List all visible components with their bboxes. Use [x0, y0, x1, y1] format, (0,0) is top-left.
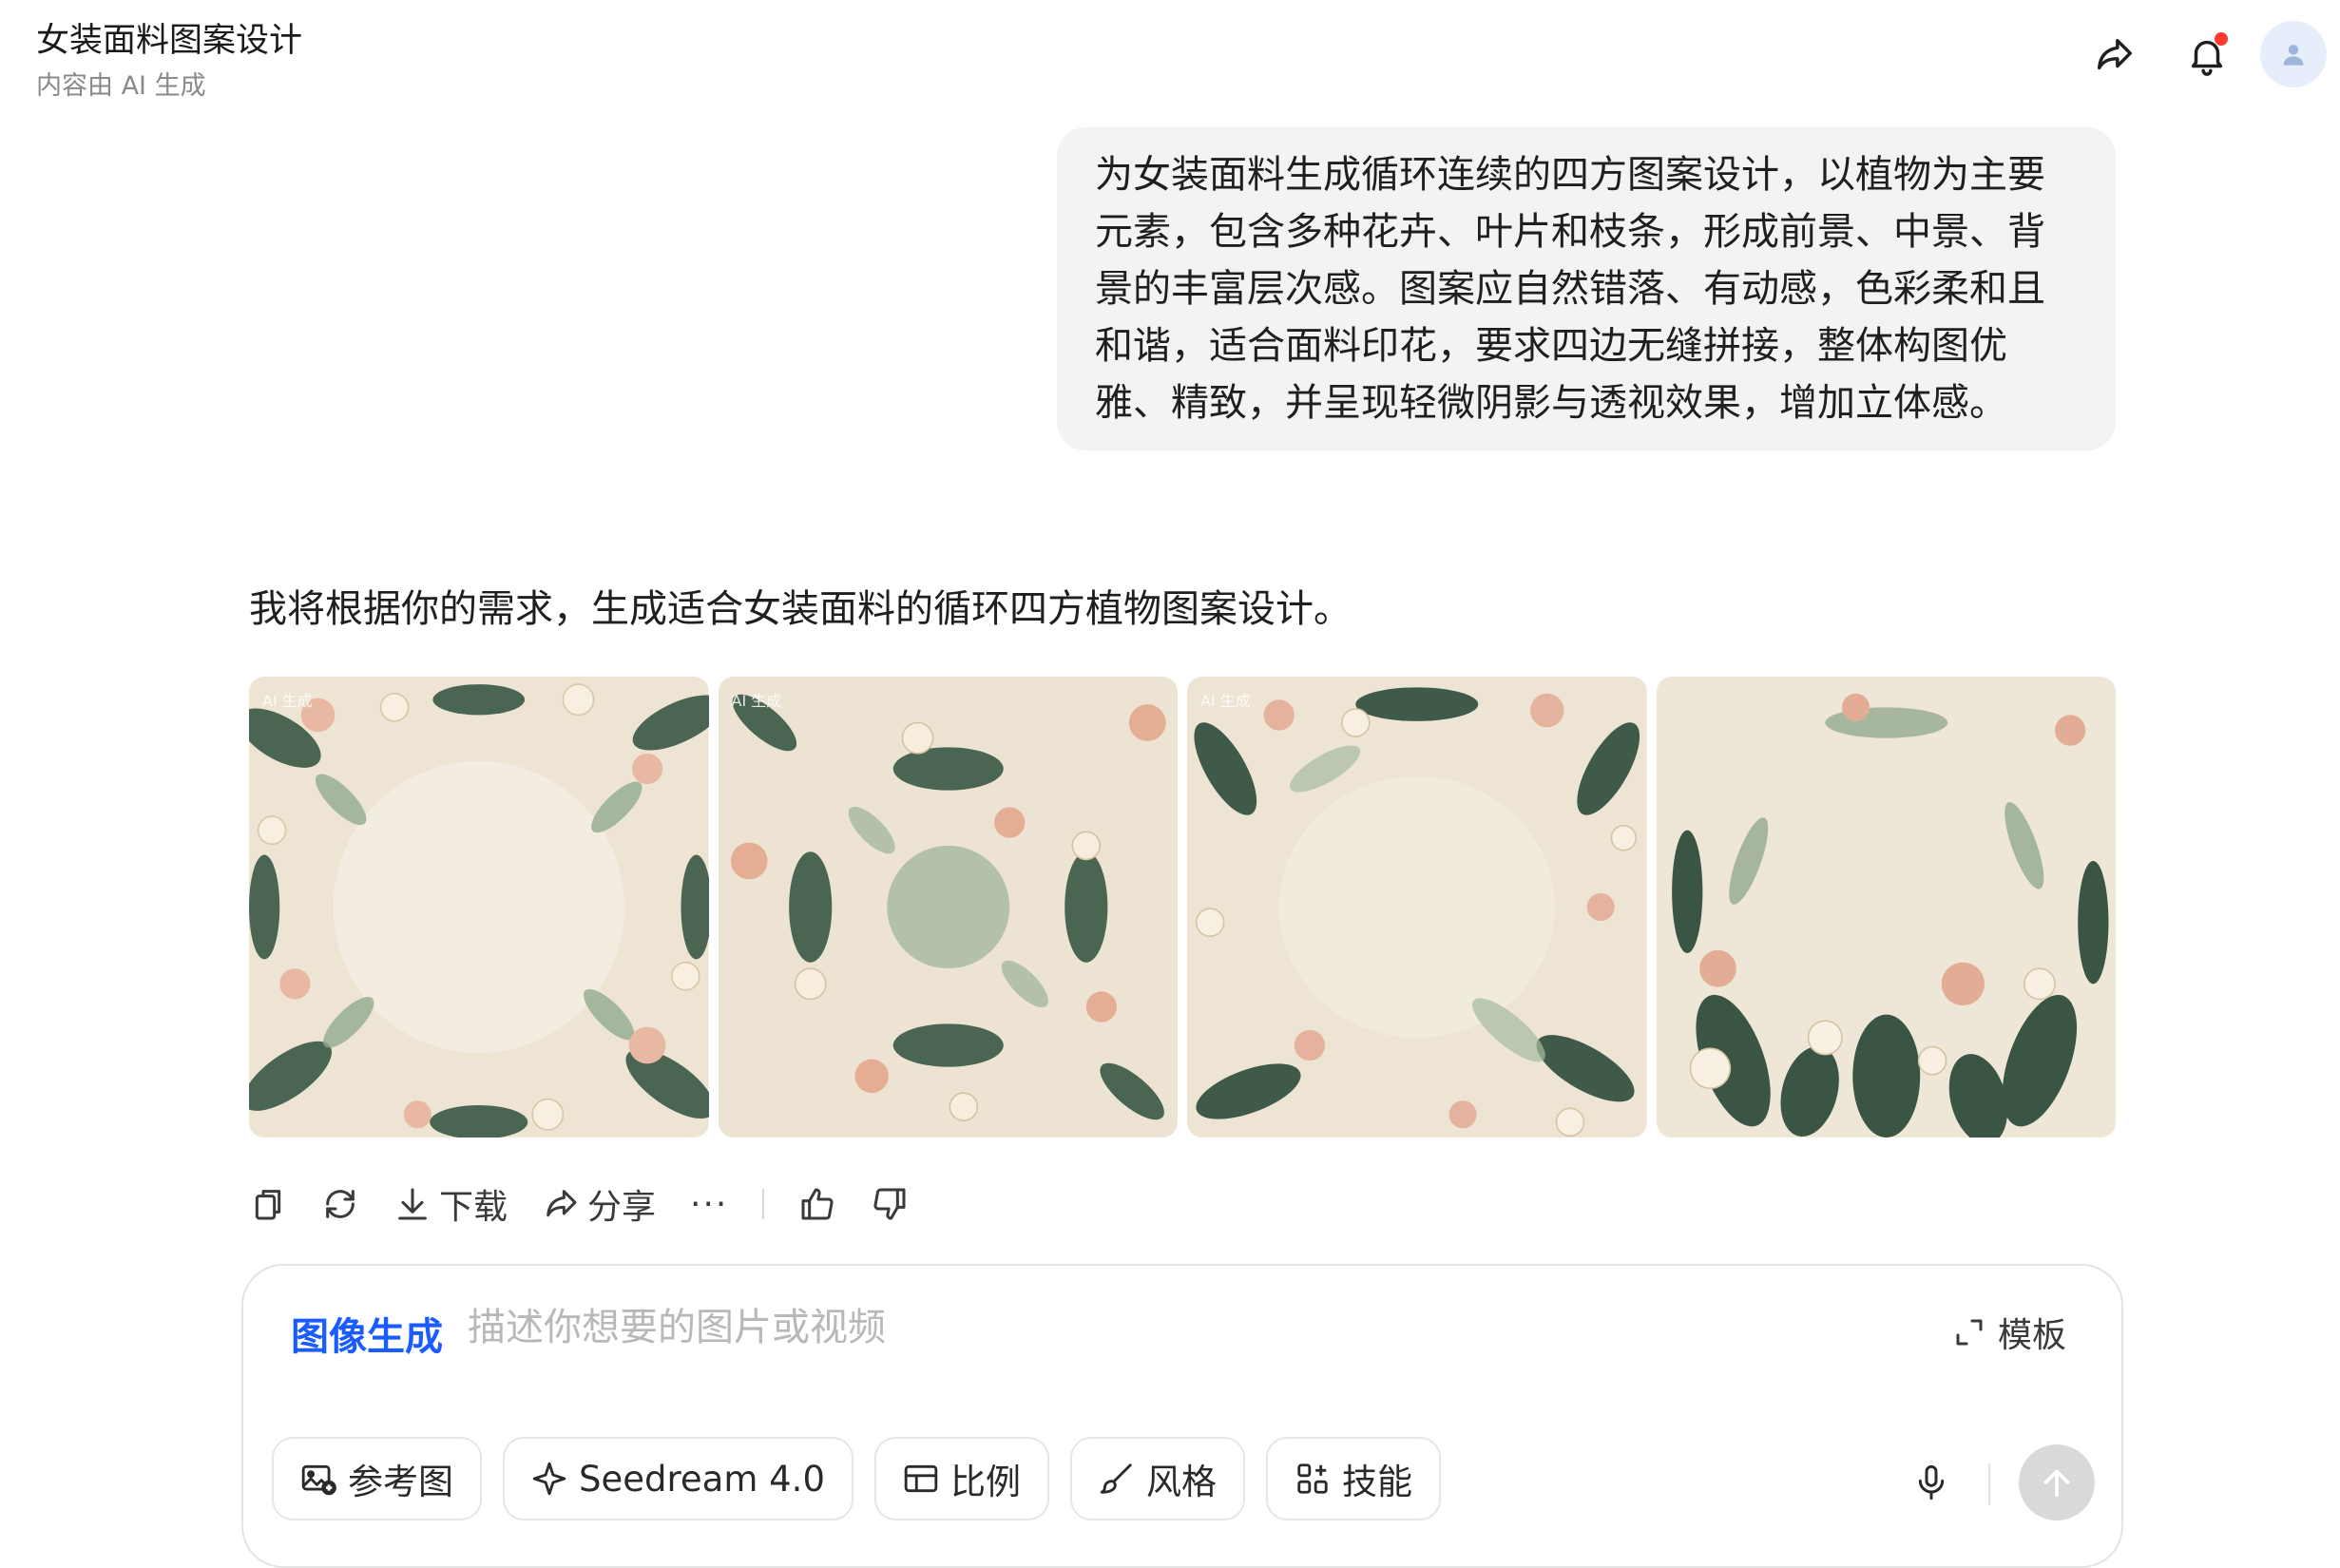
ai-badge: AI 生成 — [1200, 692, 1251, 710]
ai-generated-notice: 内容由 AI 生成 — [36, 71, 206, 101]
share-icon — [547, 1190, 577, 1217]
aspect-ratio-button[interactable]: 比例 — [873, 1437, 1049, 1520]
refresh-icon — [326, 1190, 355, 1218]
reference-image-label: 参考图 — [348, 1462, 453, 1502]
divider — [762, 1189, 765, 1219]
divider — [1988, 1463, 1990, 1505]
more-icon: ··· — [690, 1184, 729, 1224]
thumbs-up-icon — [801, 1188, 834, 1220]
share-message-button[interactable]: 分享 — [542, 1176, 656, 1233]
generated-image-3[interactable]: AI 生成 — [1187, 677, 1647, 1138]
skills-button[interactable]: 技能 — [1265, 1437, 1441, 1520]
user-message-bubble: 为女装面料生成循环连续的四方图案设计，以植物为主要元素，包含多种花卉、叶片和枝条… — [1057, 127, 2116, 450]
grid-apps-icon — [1297, 1463, 1328, 1494]
top-bar: 女装面料图案设计 内容由 AI 生成 — [0, 0, 2340, 114]
more-button[interactable]: ··· — [690, 1176, 728, 1233]
image-generation-mode[interactable]: 图像生成 — [291, 1306, 443, 1361]
generated-image-4[interactable] — [1656, 677, 2116, 1138]
aspect-ratio-label: 比例 — [949, 1462, 1021, 1502]
download-label: 下载 — [439, 1188, 508, 1227]
generated-image-1[interactable]: AI 生成 — [249, 677, 709, 1138]
thumbs-up-button[interactable] — [798, 1176, 836, 1233]
regenerate-button[interactable] — [321, 1176, 359, 1233]
prompt-input[interactable] — [468, 1298, 1608, 1357]
floral-pattern-image — [249, 677, 709, 1138]
user-avatar[interactable] — [2260, 21, 2327, 87]
composer-toolbar: 参考图 Seedream 4.0 比例 风格 技能 — [272, 1437, 1462, 1520]
style-label: 风格 — [1145, 1462, 1217, 1502]
sparkle-icon — [532, 1462, 566, 1496]
floral-pattern-image — [1656, 677, 2116, 1138]
generated-image-2[interactable]: AI 生成 — [718, 677, 1178, 1138]
floral-pattern-image — [718, 677, 1178, 1138]
voice-input-button[interactable] — [1905, 1456, 1958, 1509]
copy-button[interactable] — [249, 1176, 287, 1233]
download-button[interactable]: 下载 — [393, 1176, 508, 1233]
skills-label: 技能 — [1341, 1462, 1412, 1502]
download-icon — [398, 1188, 427, 1220]
expand-icon — [1956, 1319, 1983, 1346]
conversation-title: 女装面料图案设计 — [36, 22, 303, 60]
reference-image-button[interactable]: 参考图 — [272, 1437, 482, 1520]
share-label: 分享 — [587, 1188, 657, 1227]
ai-badge: AI 生成 — [262, 692, 313, 710]
style-button[interactable]: 风格 — [1069, 1437, 1245, 1520]
template-label: 模板 — [1997, 1316, 2066, 1355]
microphone-icon — [1918, 1464, 1945, 1501]
notification-dot — [2215, 32, 2228, 46]
share-button[interactable] — [2085, 27, 2142, 84]
user-avatar-icon — [2283, 45, 2304, 66]
thumbs-down-button[interactable] — [871, 1176, 909, 1233]
floral-pattern-image — [1187, 677, 1647, 1138]
model-selector[interactable]: Seedream 4.0 — [503, 1437, 854, 1520]
ai-badge: AI 生成 — [731, 692, 782, 710]
message-composer: 图像生成 模板 参考图 Seedream 4.0 比例 — [241, 1264, 2123, 1568]
arrow-up-icon — [2043, 1469, 2070, 1498]
notification-button[interactable] — [2178, 27, 2235, 84]
thumbs-down-icon — [873, 1188, 906, 1220]
assistant-reply-text: 我将根据你的需求，生成适合女装面料的循环四方植物图案设计。 — [249, 587, 1352, 631]
share-icon — [2097, 38, 2132, 70]
aspect-ratio-icon — [904, 1464, 938, 1493]
model-label: Seedream 4.0 — [579, 1458, 825, 1500]
message-action-bar: 下载 分享 ··· — [249, 1171, 943, 1237]
generated-image-gallery: AI 生成 AI 生成 AI 生成 — [249, 677, 2116, 1138]
send-button[interactable] — [2019, 1444, 2095, 1520]
copy-icon — [255, 1190, 281, 1220]
image-add-icon — [301, 1464, 336, 1496]
brush-icon — [1100, 1463, 1132, 1494]
template-button[interactable]: 模板 — [1952, 1308, 2066, 1357]
